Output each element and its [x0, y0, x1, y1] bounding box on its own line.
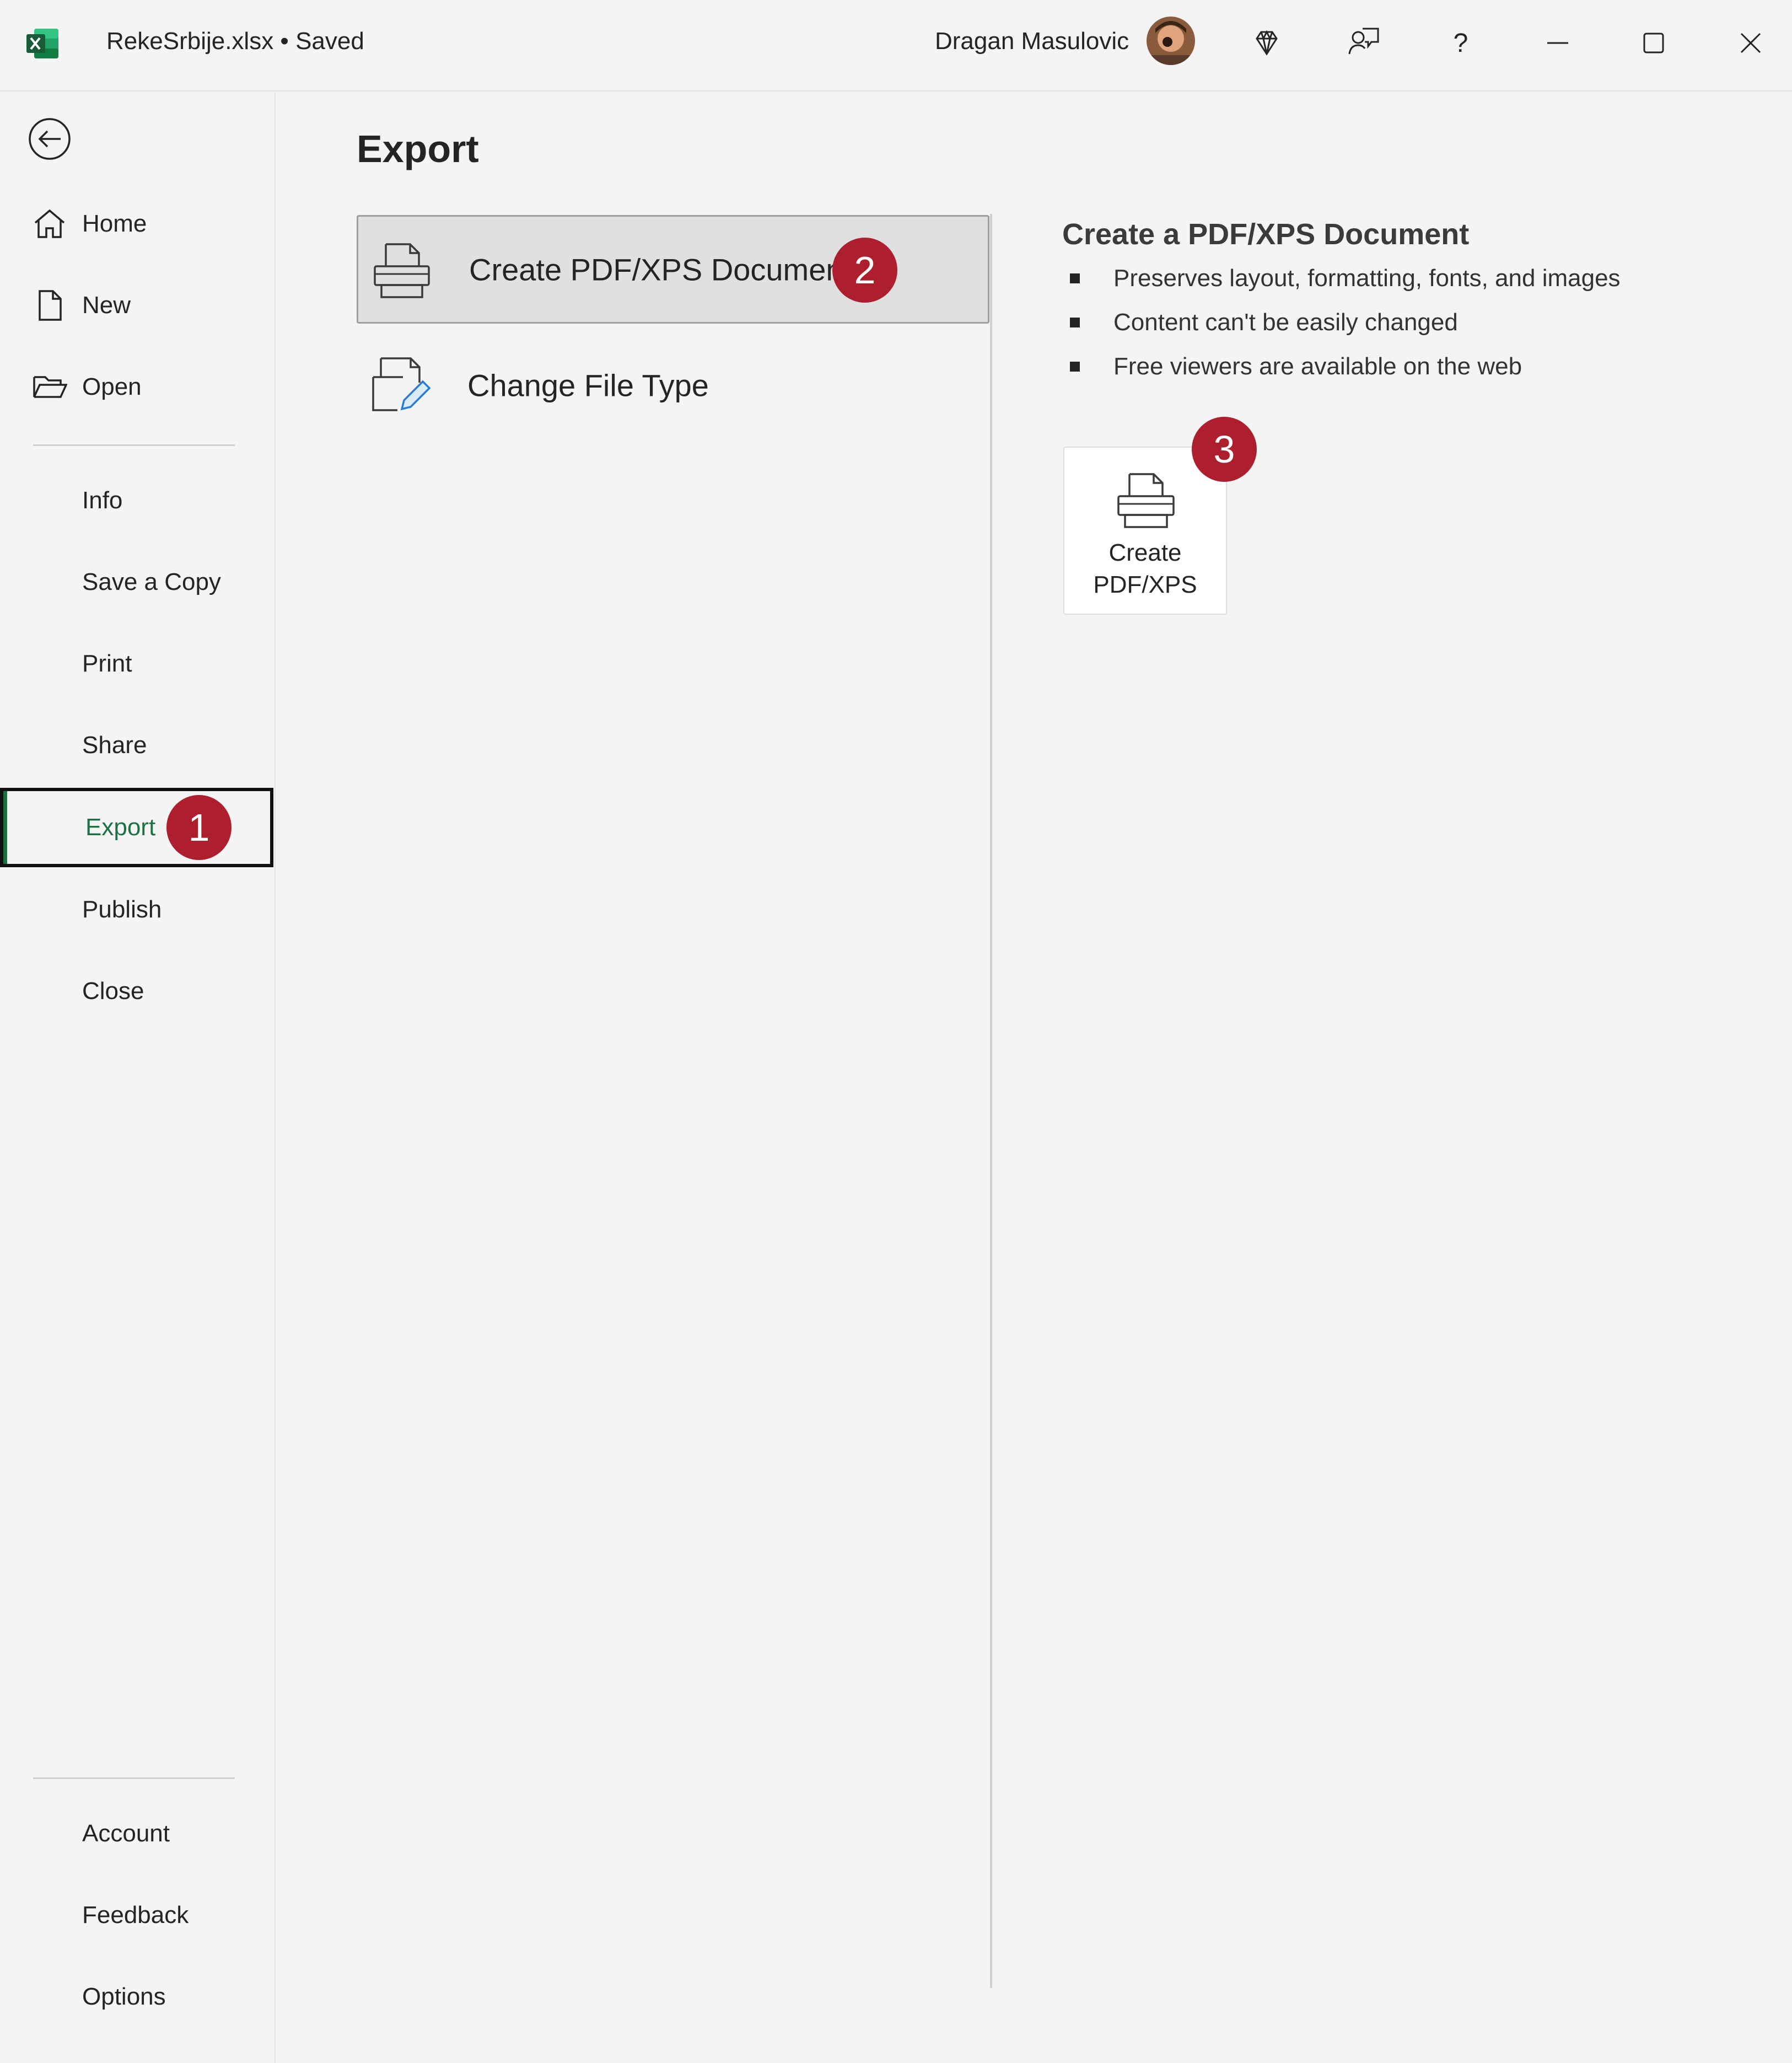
sidebar-item-close[interactable]: Close: [0, 952, 273, 1031]
create-pdf-xps-button-label: Create PDF/XPS: [1064, 537, 1226, 601]
sidebar-item-export[interactable]: Export 1: [0, 788, 273, 867]
list-item: Preserves layout, formatting, fonts, and…: [1070, 260, 1621, 304]
create-pdf-xps-option[interactable]: Create PDF/XPS Document 2: [357, 215, 989, 324]
change-file-type-option[interactable]: Change File Type: [357, 331, 989, 439]
detail-title: Create a PDF/XPS Document: [1062, 218, 1470, 251]
pdf-printer-icon: [374, 243, 430, 298]
sidebar-item-account[interactable]: Account: [0, 1794, 273, 1873]
sidebar-item-open[interactable]: Open: [0, 347, 273, 427]
step-1-badge: 1: [166, 795, 232, 860]
sidebar-item-label: Info: [82, 487, 123, 514]
button-label-line-1: Create: [1108, 539, 1182, 566]
bullet-icon: [1070, 318, 1080, 327]
home-icon: [34, 209, 65, 238]
sidebar-item-label: Save a Copy: [82, 568, 221, 595]
option-label: Create PDF/XPS Document: [469, 252, 852, 287]
excel-logo-icon[interactable]: [25, 28, 60, 60]
sidebar-item-label: New: [82, 292, 131, 319]
sidebar-item-label: Close: [82, 977, 144, 1004]
feature-list: Preserves layout, formatting, fonts, and…: [1070, 260, 1621, 393]
sidebar-item-label: Open: [82, 373, 142, 400]
panel-divider: [990, 214, 992, 1988]
page-title: Export: [357, 127, 479, 170]
coauthor-icon[interactable]: [1336, 15, 1391, 71]
title-bar: RekeSrbije.xlsx • Saved Dragan Masulovic…: [0, 0, 1792, 92]
sidebar-item-share[interactable]: Share: [0, 706, 273, 785]
change-file-type-icon: [372, 357, 430, 411]
sidebar-divider: [33, 444, 235, 446]
bullet-icon: [1070, 362, 1080, 372]
pdf-printer-icon: [1117, 473, 1175, 528]
option-label: Change File Type: [467, 368, 709, 402]
bullet-text: Free viewers are available on the web: [1113, 353, 1522, 380]
premium-diamond-icon[interactable]: [1239, 15, 1294, 71]
user-name[interactable]: Dragan Masulovic: [935, 28, 1129, 55]
sidebar-item-print[interactable]: Print: [0, 624, 273, 703]
bullet-text: Content can't be easily changed: [1113, 309, 1458, 336]
minimize-icon[interactable]: [1530, 15, 1585, 71]
back-arrow-icon[interactable]: [25, 115, 74, 163]
button-label-line-2: PDF/XPS: [1093, 571, 1197, 598]
help-icon[interactable]: ?: [1433, 15, 1488, 71]
new-document-icon: [39, 290, 62, 321]
sidebar-item-label: Share: [82, 732, 147, 759]
sidebar-item-label: Account: [82, 1820, 170, 1847]
step-3-badge: 3: [1192, 417, 1257, 482]
list-item: Free viewers are available on the web: [1070, 348, 1621, 393]
sidebar-item-feedback[interactable]: Feedback: [0, 1876, 273, 1955]
sidebar-item-save-a-copy[interactable]: Save a Copy: [0, 542, 273, 622]
bullet-text: Preserves layout, formatting, fonts, and…: [1113, 265, 1621, 292]
sidebar-item-label: Export: [85, 814, 156, 841]
selected-accent-bar: [3, 791, 7, 864]
sidebar-item-label: Publish: [82, 896, 162, 923]
list-item: Content can't be easily changed: [1070, 304, 1621, 348]
folder-open-icon: [33, 376, 67, 398]
avatar[interactable]: [1147, 17, 1195, 65]
sidebar-item-home[interactable]: Home: [0, 184, 273, 264]
sidebar-item-new[interactable]: New: [0, 266, 273, 345]
sidebar-item-options[interactable]: Options: [0, 1957, 273, 2037]
sidebar-item-label: Options: [82, 1983, 166, 2010]
backstage-sidebar: Home New Open Info Save a Copy Print Sha…: [0, 93, 276, 2063]
document-title: RekeSrbije.xlsx • Saved: [106, 28, 364, 55]
sidebar-item-label: Print: [82, 650, 132, 677]
sidebar-item-label: Home: [82, 210, 147, 237]
bullet-icon: [1070, 273, 1080, 283]
avatar-photo-icon: [1147, 17, 1195, 65]
step-2-badge: 2: [832, 238, 897, 303]
sidebar-item-info[interactable]: Info: [0, 461, 273, 540]
close-icon[interactable]: [1723, 15, 1778, 71]
maximize-icon[interactable]: [1626, 15, 1681, 71]
sidebar-item-label: Feedback: [82, 1901, 189, 1928]
help-glyph: ?: [1453, 28, 1468, 58]
sidebar-divider: [33, 1777, 235, 1779]
sidebar-item-publish[interactable]: Publish: [0, 870, 273, 949]
